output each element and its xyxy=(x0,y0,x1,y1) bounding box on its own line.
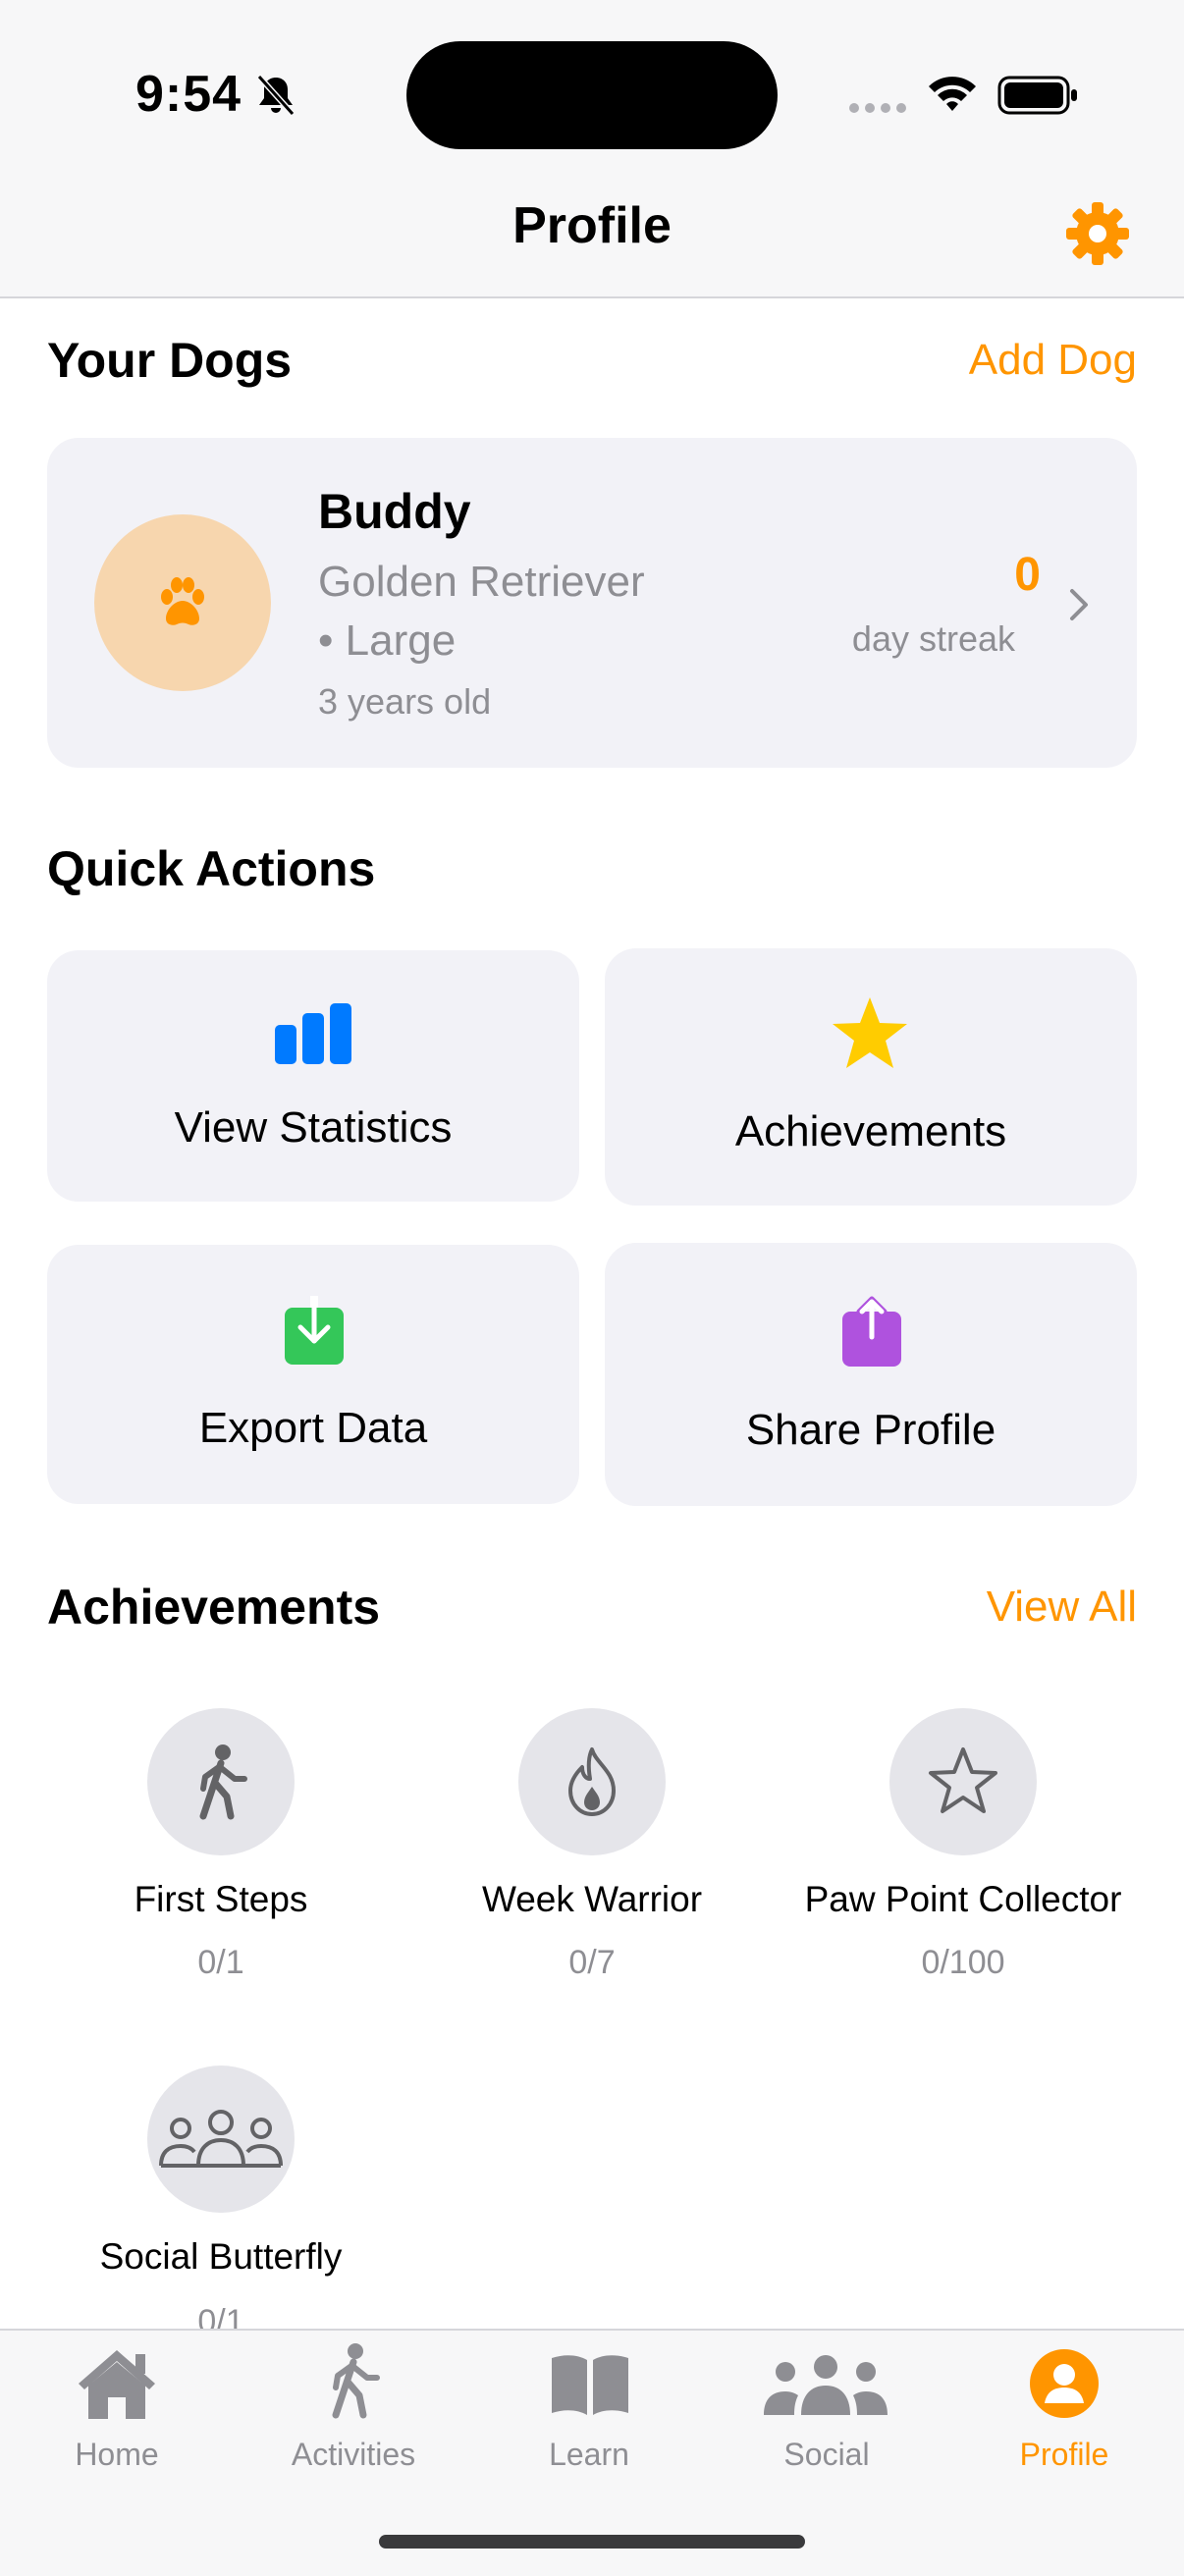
flame-icon xyxy=(568,1747,616,1816)
dog-size: • Large xyxy=(318,617,457,665)
gear-icon[interactable] xyxy=(1062,198,1133,269)
tab-home[interactable]: Home xyxy=(0,2437,235,2473)
tab-social[interactable]: Social xyxy=(709,2437,944,2473)
share-profile-label: Share Profile xyxy=(745,1406,996,1454)
star-outline-icon xyxy=(929,1747,997,1813)
achievements-section-title: Achievements xyxy=(47,1580,381,1635)
streak-label: day streak xyxy=(851,618,1015,659)
add-dog-button[interactable]: Add Dog xyxy=(969,336,1137,385)
quick-actions-title: Quick Actions xyxy=(47,841,376,896)
home-indicator xyxy=(379,2535,805,2549)
status-time: 9:54 xyxy=(135,66,242,123)
export-data-label: Export Data xyxy=(198,1404,428,1452)
dynamic-island xyxy=(406,41,778,149)
achievement-name: Paw Point Collector xyxy=(804,1879,1122,1919)
dogs-section-title: Your Dogs xyxy=(47,333,293,388)
share-icon xyxy=(842,1296,901,1367)
walking-icon xyxy=(199,1744,247,1820)
book-icon[interactable] xyxy=(548,2352,632,2417)
battery-icon xyxy=(997,76,1077,115)
star-icon xyxy=(833,997,907,1068)
person-circle-icon[interactable] xyxy=(1029,2348,1100,2419)
house-icon[interactable] xyxy=(75,2346,159,2421)
people-icon xyxy=(159,2110,283,2168)
share-profile-button[interactable] xyxy=(605,1243,1137,1506)
view-statistics-button[interactable] xyxy=(47,950,579,1202)
wifi-icon xyxy=(929,77,976,111)
view-all-button[interactable]: View All xyxy=(987,1583,1137,1632)
page-title: Profile xyxy=(512,197,672,254)
chevron-right-icon xyxy=(1070,589,1088,620)
streak-value: 0 xyxy=(1014,549,1041,601)
walking-icon[interactable] xyxy=(324,2340,383,2421)
achievement-name: Social Butterfly xyxy=(99,2236,343,2277)
paw-icon xyxy=(161,577,204,625)
people-icon[interactable] xyxy=(762,2354,889,2415)
achievement-progress: 0/100 xyxy=(921,1944,1005,1981)
export-data-button[interactable] xyxy=(47,1245,579,1504)
tab-activities[interactable]: Activities xyxy=(236,2437,471,2473)
achievement-name: Week Warrior xyxy=(481,1879,703,1919)
achievements-button[interactable] xyxy=(605,948,1137,1206)
view-statistics-label: View Statistics xyxy=(174,1103,453,1152)
dog-name: Buddy xyxy=(318,484,471,539)
achievements-label: Achievements xyxy=(734,1107,1007,1155)
achievement-progress: 0/1 xyxy=(197,1944,244,1981)
bell-slash-icon xyxy=(256,74,296,117)
achievement-name: First Steps xyxy=(134,1879,308,1919)
download-icon xyxy=(285,1296,344,1365)
achievement-progress: 0/7 xyxy=(568,1944,616,1981)
tab-profile[interactable]: Profile xyxy=(946,2437,1182,2473)
chart-bar-icon xyxy=(275,1003,351,1064)
dog-age: 3 years old xyxy=(318,681,492,722)
tab-learn[interactable]: Learn xyxy=(471,2437,707,2473)
signal-dots-icon xyxy=(849,103,906,113)
dog-breed: Golden Retriever xyxy=(318,558,645,606)
